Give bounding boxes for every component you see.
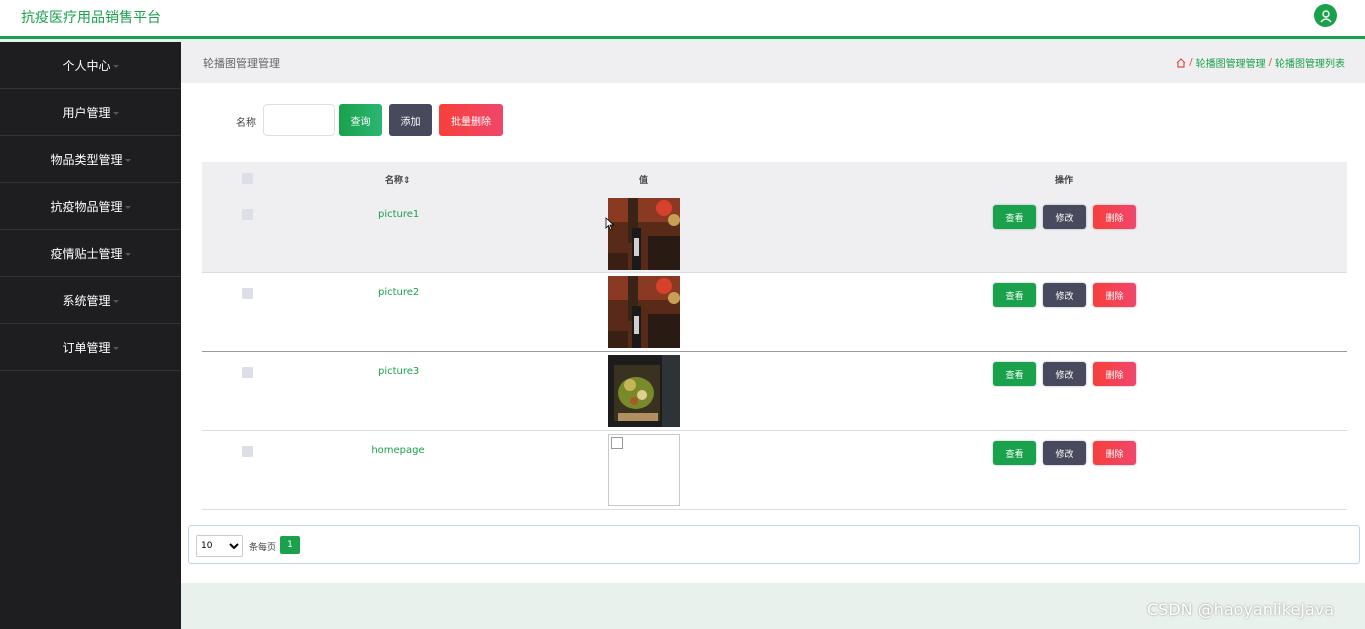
sidebar-item-label: 个人中心 [62,58,111,73]
row-name: picture2 [378,287,420,298]
caret-down-icon [112,346,119,350]
caret-down-icon [112,299,119,303]
sidebar-item-label: 抗疫物品管理 [50,199,123,214]
view-button[interactable]: 查看 [993,283,1036,307]
delete-button[interactable]: 删除 [1093,362,1136,386]
sidebar-item-users[interactable]: 用户管理 [0,89,181,136]
search-form: 名称 查询 添加 批量删除 [181,104,1365,136]
table-row: picture3 查看 修改 删除 [202,352,1347,431]
table-row: homepage 查看 修改 删除 [202,431,1347,510]
row-image [608,198,680,270]
delete-button[interactable]: 删除 [1093,205,1136,229]
caret-down-icon [124,205,131,209]
sidebar: 个人中心 用户管理 物品类型管理 抗疫物品管理 疫情贴士管理 系统管理 订单管理 [0,42,181,629]
caret-down-icon [124,158,131,162]
view-button[interactable]: 查看 [993,205,1036,229]
add-button[interactable]: 添加 [389,104,432,136]
edit-button[interactable]: 修改 [1043,283,1086,307]
page-title: 轮播图管理管理 [203,57,280,70]
sidebar-item-label: 系统管理 [62,293,111,308]
row-checkbox[interactable] [242,288,253,299]
caret-down-icon [124,252,131,256]
search-input[interactable] [263,104,335,136]
row-name: picture3 [378,366,420,377]
row-checkbox[interactable] [242,446,253,457]
boots-photo [608,198,680,270]
row-checkbox[interactable] [242,367,253,378]
table-row: picture2 查看 修改 删除 [202,273,1347,352]
edit-button[interactable]: 修改 [1043,441,1086,465]
row-image [608,276,680,348]
view-button[interactable]: 查看 [993,441,1036,465]
page-number-current[interactable]: 1 [280,536,300,554]
sidebar-item-profile[interactable]: 个人中心 [0,42,181,89]
sidebar-item-orders[interactable]: 订单管理 [0,324,181,371]
caret-down-icon [112,64,119,68]
watermark: CSDN @haoyanlikeJava [1147,600,1335,619]
sidebar-item-items[interactable]: 抗疫物品管理 [0,183,181,230]
sidebar-item-label: 疫情贴士管理 [50,246,123,261]
breadcrumb-bar: 轮播图管理管理 / 轮播图管理管理 / 轮播图管理列表 [181,42,1365,83]
column-header-label: 名称 [385,176,404,186]
edit-button[interactable]: 修改 [1043,362,1086,386]
pagination: 10 条每页 1 [188,525,1360,564]
caret-down-icon [112,111,119,115]
sidebar-item-label: 订单管理 [62,340,111,355]
table-row: picture1 查看 修改 删除 [202,195,1347,273]
query-button[interactable]: 查询 [339,104,382,136]
page-size-select[interactable]: 10 [196,535,243,557]
sidebar-item-label: 用户管理 [62,105,111,120]
sidebar-item-system[interactable]: 系统管理 [0,277,181,324]
batch-delete-button[interactable]: 批量删除 [439,104,503,136]
broken-image [608,434,680,506]
sort-icon[interactable]: ⇕ [403,176,411,186]
table-header: 名称⇕ 值 操作 [202,162,1347,195]
breadcrumb: / 轮播图管理管理 / 轮播图管理列表 [1176,55,1345,70]
broken-image-icon [611,437,623,449]
delete-button[interactable]: 删除 [1093,441,1136,465]
sidebar-item-item-types[interactable]: 物品类型管理 [0,136,181,183]
edit-button[interactable]: 修改 [1043,205,1086,229]
breadcrumb-link[interactable]: 轮播图管理管理 [1196,55,1266,70]
data-table: 名称⇕ 值 操作 picture1 查看 修改 删除 picture2 查看 修… [202,162,1347,510]
search-label: 名称 [236,118,256,129]
per-page-label: 条每页 [249,543,277,553]
main-content: 轮播图管理管理 / 轮播图管理管理 / 轮播图管理列表 名称 查询 添加 批量删… [181,42,1365,583]
column-header-name[interactable]: 名称⇕ [385,173,411,186]
row-checkbox[interactable] [242,209,253,220]
home-icon[interactable] [1176,57,1186,68]
food-photo [608,355,680,427]
breadcrumb-current: 轮播图管理列表 [1275,59,1345,70]
boots-photo [608,276,680,348]
delete-button[interactable]: 删除 [1093,283,1136,307]
select-all-checkbox[interactable] [242,173,253,184]
view-button[interactable]: 查看 [993,362,1036,386]
app-title: 抗疫医疗用品销售平台 [21,10,161,26]
breadcrumb-separator: / [1189,57,1193,68]
user-avatar-button[interactable] [1314,4,1337,27]
user-icon [1319,9,1332,22]
column-header-actions: 操作 [1055,176,1074,186]
sidebar-item-label: 物品类型管理 [50,152,123,167]
top-bar: 抗疫医疗用品销售平台 [0,0,1365,39]
row-image [608,355,680,427]
breadcrumb-separator: / [1268,57,1272,68]
sidebar-item-tips[interactable]: 疫情贴士管理 [0,230,181,277]
mouse-cursor-icon [605,217,615,231]
row-name: picture1 [378,209,420,220]
column-header-value: 值 [639,176,649,186]
row-name: homepage [371,445,425,456]
